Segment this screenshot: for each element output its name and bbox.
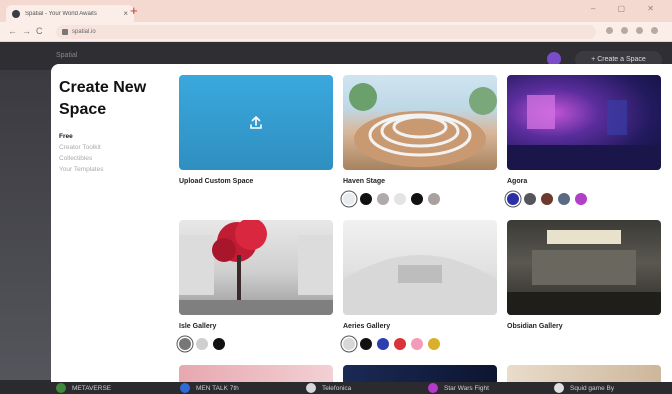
color-swatches (179, 338, 333, 350)
space-thumbnail[interactable] (507, 220, 661, 315)
upload-custom-space-card[interactable]: Upload Custom Space (179, 75, 333, 186)
space-card-obsidian-gallery[interactable]: Obsidian Gallery (507, 220, 661, 331)
space-thumbnail[interactable] (343, 75, 497, 170)
space-thumbnail[interactable] (343, 220, 497, 315)
create-space-modal: Create New Space Free Creator Toolkit Co… (51, 64, 672, 382)
space-label: MEN TALK 7th (196, 384, 239, 392)
swatch[interactable] (343, 338, 355, 350)
nav-item-creator-toolkit[interactable]: Creator Toolkit (59, 142, 103, 153)
swatch[interactable] (507, 193, 519, 205)
swatch[interactable] (428, 193, 440, 205)
space-avatar (428, 383, 438, 393)
extension-icons (606, 27, 658, 34)
tree-illustration (179, 220, 333, 315)
card-label: Obsidian Gallery (507, 323, 563, 330)
background-space-item[interactable]: MEN TALK 7th (180, 383, 239, 393)
window-controls[interactable]: – ▢ ✕ (591, 4, 664, 13)
swatch[interactable] (377, 193, 389, 205)
card-label: Aeries Gallery (343, 323, 391, 330)
lock-icon (62, 29, 68, 35)
hall-illustration (507, 230, 661, 315)
space-thumbnail[interactable] (179, 220, 333, 315)
extension-icon[interactable] (606, 27, 613, 34)
swatch[interactable] (541, 193, 553, 205)
swatch[interactable] (343, 193, 355, 205)
space-thumbnail-partial[interactable] (343, 365, 497, 382)
favicon-icon (12, 9, 20, 18)
swatch[interactable] (213, 338, 225, 350)
nav-item-free[interactable]: Free (59, 131, 103, 142)
tab-title: Spatial - Your World Awaits (25, 10, 97, 17)
space-thumbnail[interactable] (507, 75, 661, 170)
reload-button[interactable]: C (36, 26, 43, 36)
space-avatar (306, 383, 316, 393)
space-thumbnail-partial[interactable] (507, 365, 661, 382)
menu-icon[interactable] (651, 27, 658, 34)
space-avatar (56, 383, 66, 393)
app-logo[interactable]: Spatial (56, 52, 77, 59)
upload-icon (250, 115, 262, 129)
room-illustration (343, 255, 497, 315)
space-card-aeries-gallery[interactable]: Aeries Gallery (343, 220, 497, 350)
swatch[interactable] (179, 338, 191, 350)
swatch[interactable] (558, 193, 570, 205)
space-label: Star Wars Fight (444, 384, 489, 392)
upload-thumbnail[interactable] (179, 75, 333, 170)
space-thumbnail-partial[interactable] (179, 365, 333, 382)
extension-icon[interactable] (621, 27, 628, 34)
background-space-item[interactable]: METAVERSE (56, 383, 111, 393)
address-bar: ← → C spatial.io (0, 22, 672, 42)
back-button[interactable]: ← (8, 26, 17, 36)
space-card-isle-gallery[interactable]: Isle Gallery (179, 220, 333, 350)
swatch[interactable] (196, 338, 208, 350)
space-label: METAVERSE (72, 384, 112, 392)
space-card-haven-stage[interactable]: Haven Stage (343, 75, 497, 205)
space-label: Telefonica (322, 384, 352, 392)
color-swatches (507, 193, 661, 205)
browser-tab[interactable]: Spatial - Your World Awaits × (6, 5, 134, 22)
card-label: Haven Stage (343, 178, 386, 185)
background-space-item[interactable]: Squid game By (554, 383, 614, 393)
space-avatar (554, 383, 564, 393)
color-swatches (343, 338, 497, 350)
forward-button[interactable]: → (22, 26, 31, 36)
nav-item-collectibles[interactable]: Collectibles (59, 153, 103, 164)
space-label: Squid game By (570, 384, 615, 392)
page-title: Create New Space (59, 79, 147, 118)
browser-tabbar: Spatial - Your World Awaits × + – ▢ ✕ (0, 0, 672, 22)
stage-illustration (349, 83, 497, 167)
swatch[interactable] (575, 193, 587, 205)
gallery-illustration (507, 95, 661, 170)
swatch[interactable] (394, 193, 406, 205)
swatch[interactable] (411, 338, 423, 350)
swatch[interactable] (394, 338, 406, 350)
swatch[interactable] (360, 338, 372, 350)
card-label: Agora (507, 178, 528, 185)
swatch[interactable] (411, 193, 423, 205)
url-input[interactable]: spatial.io (56, 25, 596, 39)
extension-icon[interactable] (636, 27, 643, 34)
space-card-agora[interactable]: Agora (507, 75, 661, 205)
background-space-item[interactable]: Telefonica (306, 383, 351, 393)
background-space-item[interactable]: Star Wars Fight (428, 383, 489, 393)
close-tab-icon[interactable]: × (123, 9, 128, 18)
url-text: spatial.io (72, 29, 96, 35)
card-label: Upload Custom Space (179, 178, 254, 185)
color-swatches (343, 193, 497, 205)
swatch[interactable] (377, 338, 389, 350)
card-label: Isle Gallery (179, 323, 217, 330)
swatch[interactable] (428, 338, 440, 350)
category-nav: Free Creator Toolkit Collectibles Your T… (59, 131, 103, 175)
swatch[interactable] (524, 193, 536, 205)
nav-item-your-templates[interactable]: Your Templates (59, 164, 103, 175)
space-avatar (180, 383, 190, 393)
swatch[interactable] (360, 193, 372, 205)
new-tab-button[interactable]: + (130, 4, 138, 18)
background-panel (0, 70, 52, 382)
